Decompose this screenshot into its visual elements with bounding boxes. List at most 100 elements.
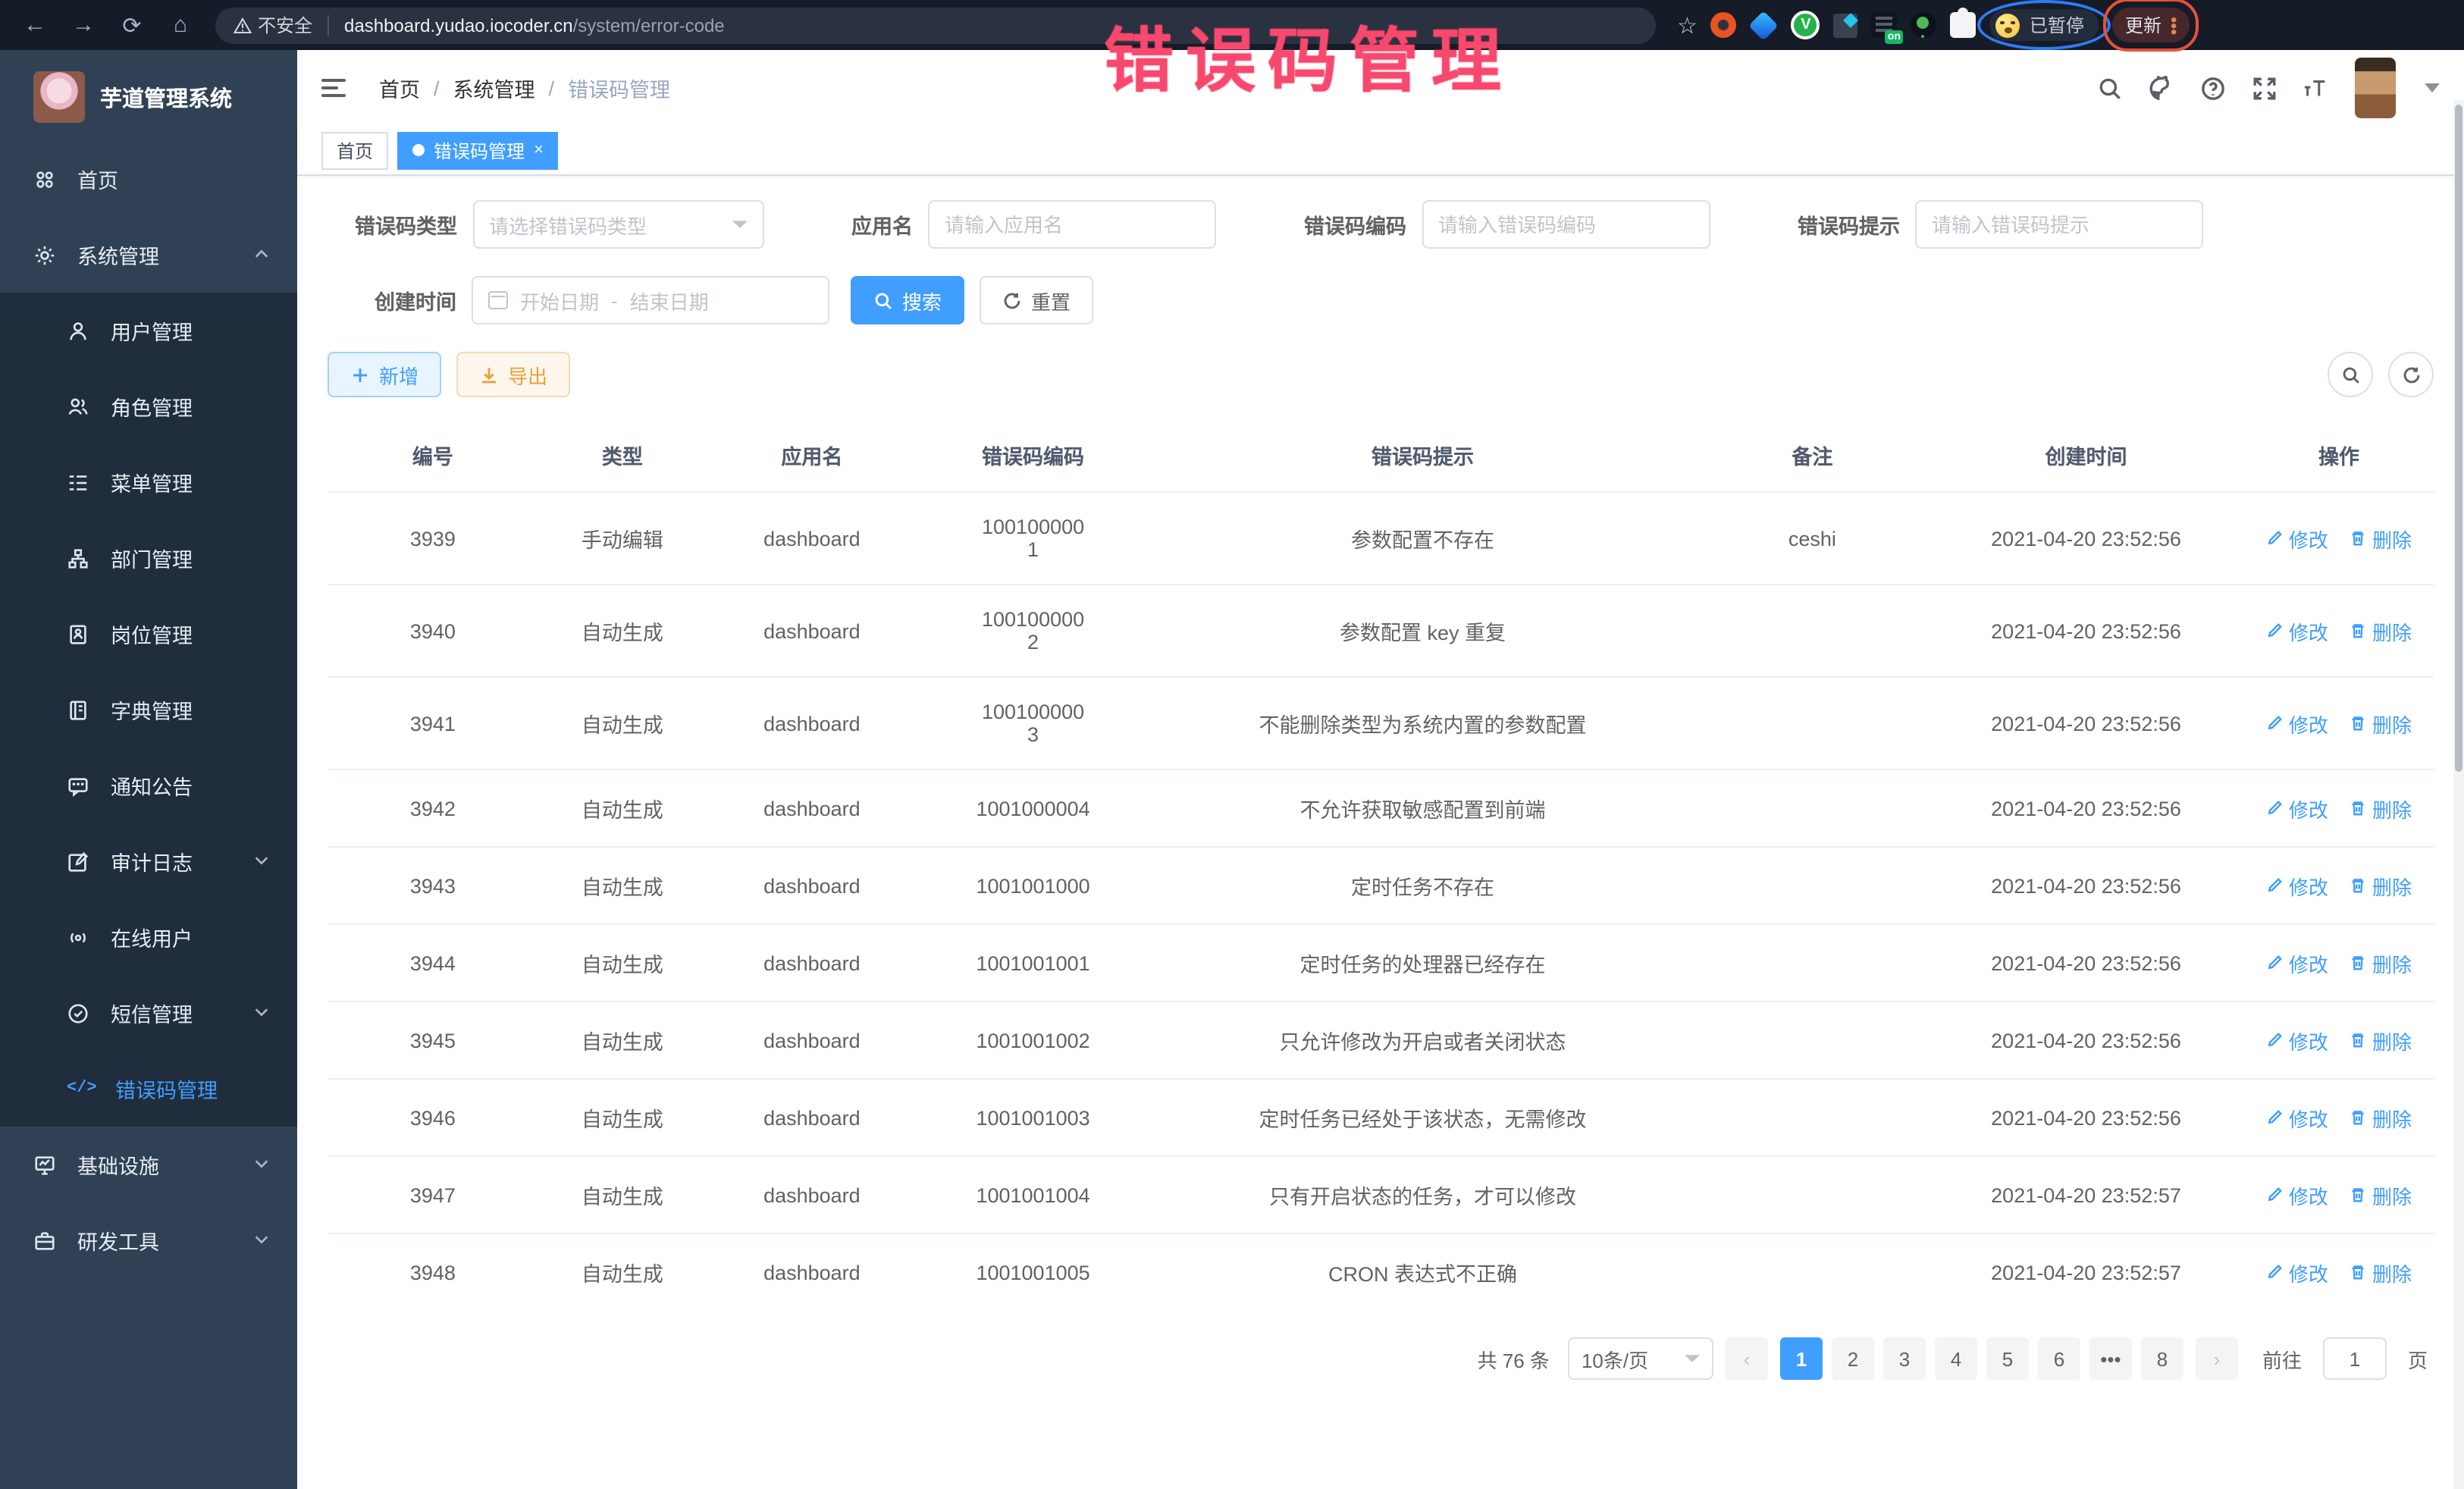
edit-link[interactable]: 修改: [2266, 524, 2328, 553]
edit-link[interactable]: 修改: [2266, 1103, 2328, 1132]
next-page-button[interactable]: ›: [2196, 1337, 2238, 1380]
table-row[interactable]: 3943 自动生成 dashboard 1001001000 定时任务不存在 2…: [328, 847, 2434, 924]
home-icon[interactable]: ⌂: [161, 5, 200, 45]
breadcrumb-home[interactable]: 首页: [379, 73, 420, 103]
help-icon[interactable]: [2200, 75, 2226, 101]
error-code-input[interactable]: [1438, 213, 1693, 236]
edit-link[interactable]: 修改: [2266, 794, 2328, 823]
delete-link[interactable]: 删除: [2350, 948, 2412, 977]
search-icon[interactable]: [2097, 75, 2123, 101]
toggle-search-button[interactable]: [2328, 352, 2373, 397]
table-row[interactable]: 3944 自动生成 dashboard 1001001001 定时任务的处理器已…: [328, 924, 2434, 1002]
sidebar-item-departments[interactable]: 部门管理: [0, 520, 297, 596]
extension-icon-gem[interactable]: [1749, 10, 1779, 40]
breadcrumb-system[interactable]: 系统管理: [453, 73, 535, 103]
sidebar-item-dev-tools[interactable]: 研发工具: [0, 1202, 297, 1278]
github-icon[interactable]: [2149, 75, 2174, 101]
sidebar-item-home[interactable]: 首页: [0, 141, 297, 217]
sidebar-item-online-users[interactable]: 在线用户: [0, 899, 297, 975]
edit-link[interactable]: 修改: [2266, 709, 2328, 738]
table-row[interactable]: 3946 自动生成 dashboard 1001001003 定时任务已经处于该…: [328, 1079, 2434, 1156]
sidebar-item-notice[interactable]: 通知公告: [0, 748, 297, 823]
bookmark-star-icon[interactable]: ☆: [1677, 11, 1698, 39]
page-scrollbar[interactable]: [2453, 100, 2464, 1489]
sidebar-item-audit-log[interactable]: 审计日志: [0, 823, 297, 899]
sidebar-item-menus[interactable]: 菜单管理: [0, 444, 297, 520]
sidebar-item-users[interactable]: 用户管理: [0, 293, 297, 368]
extensions-puzzle-icon[interactable]: [1951, 12, 1977, 38]
browser-menu-icon[interactable]: •••: [2171, 16, 2177, 34]
page-size-select[interactable]: 10条/页: [1568, 1337, 1713, 1380]
refresh-table-button[interactable]: [2388, 352, 2434, 397]
hamburger-icon[interactable]: [321, 71, 355, 105]
edit-link[interactable]: 修改: [2266, 1026, 2328, 1055]
edit-link[interactable]: 修改: [2266, 616, 2328, 645]
edit-link[interactable]: 修改: [2266, 948, 2328, 977]
page-button[interactable]: 1: [1780, 1337, 1823, 1380]
tab-close-icon[interactable]: ×: [534, 141, 544, 159]
forward-icon[interactable]: →: [64, 5, 103, 45]
tab-error-code[interactable]: 错误码管理 ×: [397, 131, 559, 169]
page-button[interactable]: 6: [2038, 1337, 2080, 1380]
extension-icon-key[interactable]: [1911, 12, 1937, 38]
delete-link[interactable]: 删除: [2350, 1180, 2412, 1209]
table-row[interactable]: 3942 自动生成 dashboard 1001000004 不允许获取敏感配置…: [328, 770, 2434, 847]
add-button[interactable]: 新增: [328, 352, 441, 397]
delete-link[interactable]: 删除: [2350, 616, 2412, 645]
page-button[interactable]: 4: [1935, 1337, 1977, 1380]
app-name-input[interactable]: [945, 213, 1199, 236]
font-size-icon[interactable]: [2303, 75, 2329, 101]
sidebar-item-error-code[interactable]: </> 错误码管理: [0, 1051, 297, 1127]
fullscreen-icon[interactable]: [2252, 75, 2277, 101]
table-row[interactable]: 3940 自动生成 dashboard 1001000002 参数配置 key …: [328, 585, 2434, 677]
brand[interactable]: 芋道管理系统: [0, 50, 297, 141]
scrollbar-thumb[interactable]: [2455, 105, 2462, 772]
date-range-picker[interactable]: 开始日期 - 结束日期: [472, 276, 829, 324]
table-row[interactable]: 3947 自动生成 dashboard 1001001004 只有开启状态的任务…: [328, 1156, 2434, 1234]
goto-page-input[interactable]: [2323, 1337, 2387, 1380]
sidebar-item-sms[interactable]: 短信管理: [0, 975, 297, 1051]
table-row[interactable]: 3948 自动生成 dashboard 1001001005 CRON 表达式不…: [328, 1234, 2434, 1310]
table-row[interactable]: 3941 自动生成 dashboard 1001000003 不能删除类型为系统…: [328, 677, 2434, 770]
prev-page-button[interactable]: ‹: [1726, 1337, 1768, 1380]
delete-link[interactable]: 删除: [2350, 1026, 2412, 1055]
table-row[interactable]: 3945 自动生成 dashboard 1001001002 只允许修改为开启或…: [328, 1002, 2434, 1079]
security-warning[interactable]: 不安全: [234, 12, 312, 38]
page-button[interactable]: 2: [1832, 1337, 1874, 1380]
extension-icon-squares[interactable]: [1834, 13, 1858, 37]
edit-link[interactable]: 修改: [2266, 1258, 2328, 1287]
extension-icon-switch[interactable]: [1872, 12, 1898, 38]
browser-update-area[interactable]: 更新 •••: [2113, 8, 2189, 42]
table-row[interactable]: 3939 手动编辑 dashboard 1001000001 参数配置不存在 c…: [328, 492, 2434, 585]
extension-icon-orange[interactable]: [1711, 12, 1737, 38]
delete-link[interactable]: 删除: [2350, 794, 2412, 823]
search-button[interactable]: 搜索: [851, 276, 964, 324]
reload-icon[interactable]: ⟳: [112, 5, 152, 45]
edit-link[interactable]: 修改: [2266, 871, 2328, 900]
error-type-select[interactable]: 请选择错误码类型: [472, 200, 763, 249]
export-button[interactable]: 导出: [456, 352, 570, 397]
page-button[interactable]: 8: [2141, 1337, 2183, 1380]
user-avatar[interactable]: [2355, 58, 2396, 118]
sidebar-item-roles[interactable]: 角色管理: [0, 368, 297, 444]
edit-link[interactable]: 修改: [2266, 1180, 2328, 1209]
delete-link[interactable]: 删除: [2350, 1258, 2412, 1287]
tab-home[interactable]: 首页: [321, 131, 388, 169]
error-msg-input[interactable]: [1932, 213, 2187, 236]
delete-link[interactable]: 删除: [2350, 709, 2412, 738]
avatar-caret-icon[interactable]: [2425, 83, 2440, 92]
delete-link[interactable]: 删除: [2350, 871, 2412, 900]
delete-link[interactable]: 删除: [2350, 524, 2412, 553]
back-icon[interactable]: ←: [15, 5, 55, 45]
update-button[interactable]: 更新: [2125, 12, 2161, 38]
delete-link[interactable]: 删除: [2350, 1103, 2412, 1132]
profile-paused-pill[interactable]: 已暂停: [1990, 9, 2099, 41]
sidebar-item-infra[interactable]: 基础设施: [0, 1127, 297, 1202]
sidebar-item-system[interactable]: 系统管理: [0, 217, 297, 293]
sidebar-item-dict[interactable]: 字典管理: [0, 672, 297, 748]
sidebar-item-posts[interactable]: 岗位管理: [0, 596, 297, 672]
reset-button[interactable]: 重置: [980, 276, 1093, 324]
extension-icon-v[interactable]: V: [1792, 11, 1820, 39]
page-button[interactable]: 5: [1986, 1337, 2029, 1380]
page-button[interactable]: •••: [2089, 1337, 2132, 1380]
